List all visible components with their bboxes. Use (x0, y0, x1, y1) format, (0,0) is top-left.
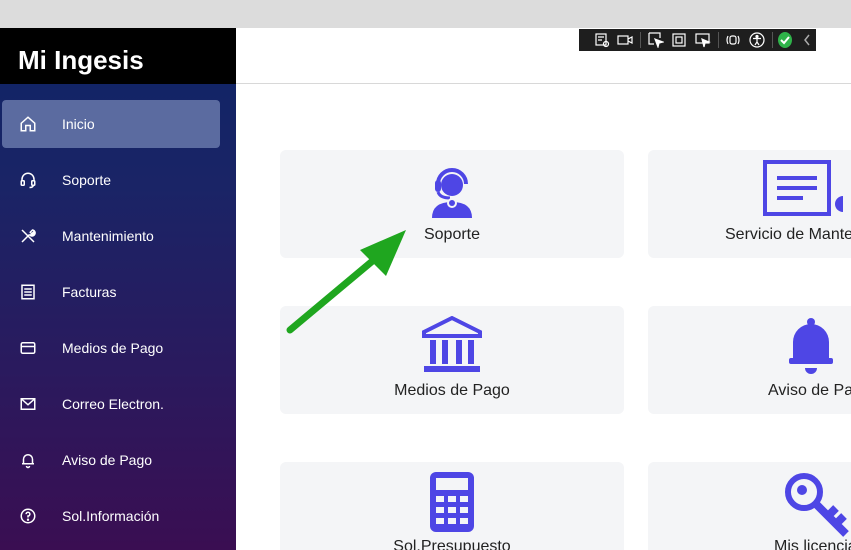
sidebar: Mi Ingesis Inicio Soporte Mantenimiento … (0, 28, 236, 550)
frame-icon[interactable] (671, 31, 689, 49)
select-element-icon[interactable] (647, 31, 665, 49)
sidebar-item-inicio[interactable]: Inicio (2, 100, 220, 148)
sidebar-item-medios-de-pago[interactable]: Medios de Pago (0, 320, 236, 376)
card-sol-presupuesto[interactable]: Sol.Presupuesto (280, 462, 624, 550)
card-mis-licencias[interactable]: Mis licencia (648, 462, 851, 550)
main-content: Soporte Servicio de Mante Medios de Pago… (236, 84, 851, 550)
credit-card-icon (18, 338, 38, 358)
sidebar-item-label: Soporte (62, 172, 112, 188)
accessibility-icon[interactable] (748, 31, 766, 49)
sidebar-item-sol-informacion[interactable]: Sol.Información (0, 488, 236, 544)
card-label: Soporte (423, 226, 481, 243)
brand-title: Mi Ingesis (0, 28, 236, 84)
devtools-toolbar (579, 29, 816, 51)
bell-icon (18, 450, 38, 470)
tools-icon (18, 226, 38, 246)
sidebar-item-label: Facturas (62, 284, 117, 300)
card-label: Mis licencia (774, 538, 851, 550)
browser-top-strip (0, 0, 851, 28)
card-soporte[interactable]: Soporte (280, 150, 624, 258)
mail-icon (18, 394, 38, 414)
sidebar-item-facturas[interactable]: Facturas (0, 264, 236, 320)
sidebar-item-soporte[interactable]: Soporte (0, 152, 236, 208)
sidebar-item-mantenimiento[interactable]: Mantenimiento (0, 208, 236, 264)
check-icon[interactable] (778, 32, 793, 48)
card-label: Servicio de Mante (725, 226, 851, 243)
screen-reader-icon[interactable] (724, 31, 742, 49)
sidebar-item-aviso-de-pago[interactable]: Aviso de Pago (0, 432, 236, 488)
sidebar-item-label: Aviso de Pago (62, 452, 153, 468)
help-circle-icon (18, 506, 38, 526)
sidebar-item-label: Mantenimiento (62, 228, 154, 244)
headset-support-icon (432, 168, 472, 218)
key-icon (785, 473, 849, 537)
sidebar-item-label: Sol.Información (62, 508, 160, 524)
invoice-icon (18, 282, 38, 302)
home-icon (18, 114, 38, 134)
toolbar-separator (771, 32, 773, 48)
inspect-icon[interactable] (593, 31, 611, 49)
bell-icon (789, 318, 833, 374)
calculator-icon (430, 472, 474, 532)
sidebar-item-label: Correo Electron. (62, 396, 164, 412)
sidebar-item-correo-electron[interactable]: Correo Electron. (0, 376, 236, 432)
sidebar-item-label: Medios de Pago (62, 340, 164, 356)
card-medios-de-pago[interactable]: Medios de Pago (280, 306, 624, 414)
hover-icon[interactable] (694, 31, 712, 49)
card-servicio-de-mantenimiento[interactable]: Servicio de Mante (648, 150, 851, 258)
headset-icon (18, 170, 38, 190)
toolbar-separator (717, 32, 719, 48)
bank-icon (422, 316, 482, 372)
card-label: Medios de Pago (394, 382, 510, 399)
toolbar-separator (640, 32, 641, 48)
sidebar-item-label: Inicio (62, 116, 95, 132)
card-label: Sol.Presupuesto (393, 538, 511, 550)
service-document-icon (763, 160, 843, 216)
card-aviso-de-pago[interactable]: Aviso de Pa (648, 306, 851, 414)
video-icon[interactable] (617, 31, 635, 49)
card-label: Aviso de Pa (768, 382, 851, 399)
chevron-left-icon[interactable] (798, 31, 816, 49)
sidebar-nav: Inicio Soporte Mantenimiento Facturas Me… (0, 100, 236, 544)
